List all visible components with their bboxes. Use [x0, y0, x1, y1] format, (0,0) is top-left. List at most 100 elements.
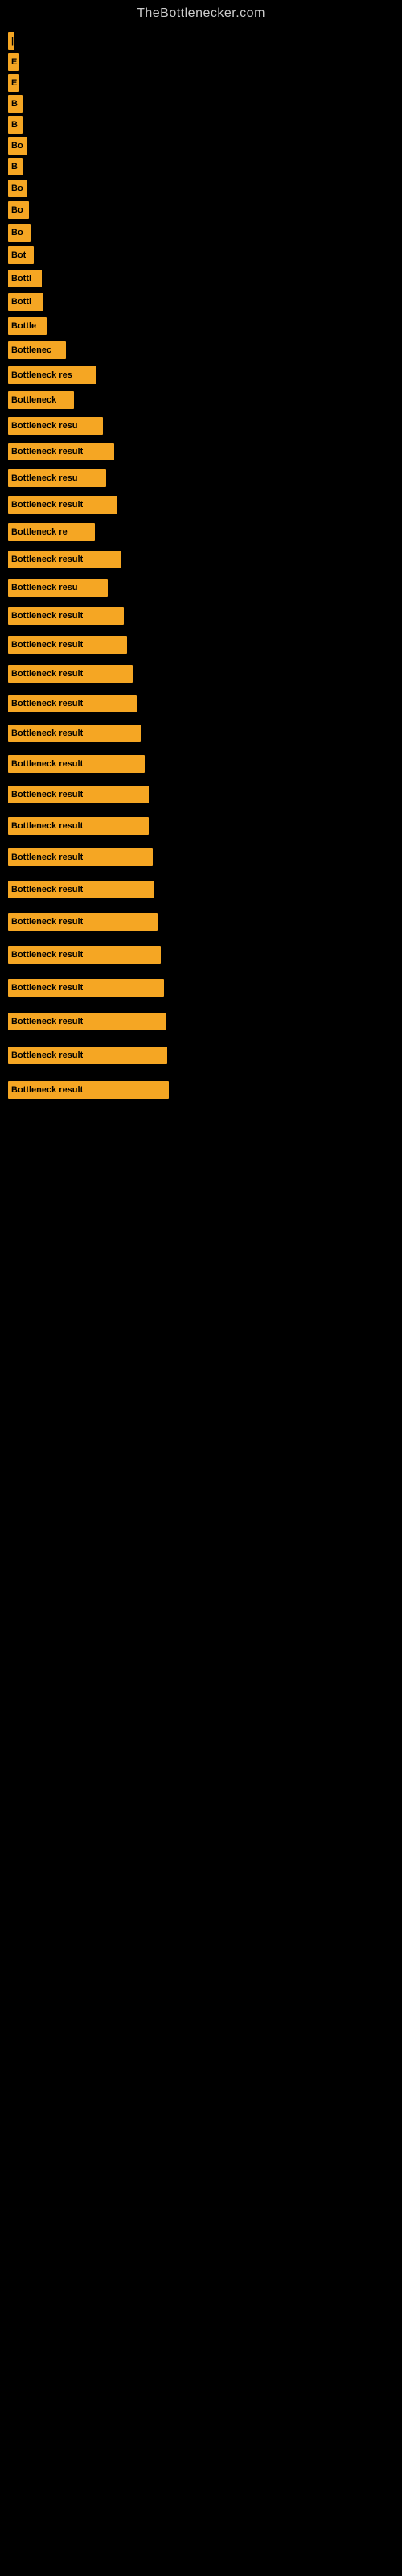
bar-row: Bottleneck result [8, 724, 402, 742]
bar-row: Bottleneck resu [8, 469, 402, 487]
bar-label: Bottleneck result [11, 500, 83, 510]
bar-row: Bottleneck result [8, 636, 402, 654]
bar-row: Bo [8, 224, 402, 242]
bar-label: Bottleneck result [11, 611, 83, 621]
bar-item: Bottleneck result [8, 817, 149, 835]
bar-label: | [11, 36, 14, 46]
bar-row: Bottleneck [8, 391, 402, 409]
bar-item: Bottleneck [8, 391, 74, 409]
bar-label: Bottleneck result [11, 759, 83, 769]
bar-label: Bottleneck result [11, 1051, 83, 1060]
bar-row: Bottleneck result [8, 695, 402, 712]
bar-row: Bottleneck result [8, 881, 402, 898]
bar-row: Bottleneck result [8, 1013, 402, 1030]
bar-label: Bo [11, 184, 23, 193]
bar-item: Bo [8, 201, 29, 219]
bar-item: Bottleneck result [8, 1046, 167, 1064]
bar-item: Bo [8, 137, 27, 155]
bar-item: Bo [8, 180, 27, 197]
bar-item: Bottleneck re [8, 523, 95, 541]
bar-row: Bottleneck result [8, 1081, 402, 1099]
bar-item: Bottleneck result [8, 755, 145, 773]
bar-label: Bottleneck re [11, 527, 68, 537]
bar-item: B [8, 158, 23, 175]
bar-item: Bottleneck result [8, 551, 121, 568]
bar-item: | [8, 32, 14, 50]
bar-label: B [11, 162, 18, 171]
bar-label: Bo [11, 141, 23, 151]
bar-item: Bottleneck result [8, 946, 161, 964]
bar-item: Bottleneck result [8, 695, 137, 712]
bar-row: Bottleneck result [8, 913, 402, 931]
bar-label: Bottleneck result [11, 790, 83, 799]
bar-label: Bottlenec [11, 345, 51, 355]
bar-item: Bottleneck res [8, 366, 96, 384]
bar-label: Bottleneck result [11, 1085, 83, 1095]
bar-label: B [11, 99, 18, 109]
bar-item: Bottl [8, 270, 42, 287]
bar-row: Bottleneck result [8, 786, 402, 803]
bar-label: Bottle [11, 321, 36, 331]
bar-item: Bottleneck result [8, 1081, 169, 1099]
bar-item: Bot [8, 246, 34, 264]
bar-label: Bottleneck [11, 395, 56, 405]
bar-label: Bottleneck result [11, 885, 83, 894]
bar-label: Bottleneck result [11, 983, 83, 993]
bar-item: Bottleneck result [8, 443, 114, 460]
bar-row: B [8, 116, 402, 134]
bar-row: B [8, 95, 402, 113]
bar-label: Bot [11, 250, 26, 260]
bar-item: Bottleneck result [8, 724, 141, 742]
bar-item: B [8, 116, 23, 134]
bar-item: Bottleneck result [8, 636, 127, 654]
bar-item: Bottleneck result [8, 496, 117, 514]
bar-item: Bottleneck result [8, 607, 124, 625]
bar-row: Bot [8, 246, 402, 264]
bar-row: Bo [8, 201, 402, 219]
bar-item: Bottl [8, 293, 43, 311]
bar-row: Bo [8, 180, 402, 197]
bar-item: Bottleneck result [8, 881, 154, 898]
bar-label: Bottleneck result [11, 669, 83, 679]
bar-item: Bottleneck resu [8, 417, 103, 435]
bar-label: Bottleneck result [11, 821, 83, 831]
bar-item: B [8, 95, 23, 113]
bar-item: Bottleneck result [8, 979, 164, 997]
bar-label: Bottleneck resu [11, 583, 78, 592]
bar-row: Bottleneck result [8, 607, 402, 625]
bar-row: | [8, 32, 402, 50]
bar-item: Bottleneck result [8, 848, 153, 866]
bar-label: Bottleneck resu [11, 421, 78, 431]
bar-row: Bottleneck res [8, 366, 402, 384]
bar-label: E [11, 78, 17, 88]
bar-label: Bottleneck result [11, 852, 83, 862]
bar-row: Bottl [8, 293, 402, 311]
bar-row: E [8, 74, 402, 92]
bar-label: Bottleneck result [11, 447, 83, 456]
bar-row: B [8, 158, 402, 175]
bar-item: Bottle [8, 317, 47, 335]
bar-label: Bo [11, 228, 23, 237]
bar-item: Bottlenec [8, 341, 66, 359]
bar-row: Bottleneck result [8, 496, 402, 514]
bar-row: Bottleneck result [8, 1046, 402, 1064]
bar-label: B [11, 120, 18, 130]
bar-row: Bottleneck result [8, 755, 402, 773]
bar-row: Bottleneck result [8, 665, 402, 683]
bar-row: Bottleneck result [8, 848, 402, 866]
bar-row: Bo [8, 137, 402, 155]
bar-label: Bottl [11, 297, 31, 307]
bar-item: Bottleneck result [8, 913, 158, 931]
bar-row: Bottleneck resu [8, 417, 402, 435]
bar-item: E [8, 53, 19, 71]
bar-row: Bottleneck result [8, 817, 402, 835]
bar-item: Bottleneck result [8, 665, 133, 683]
bar-label: Bottleneck result [11, 699, 83, 708]
bars-container: | E E B B Bo B Bo Bo Bo Bot Bottl Bottl Bottle Bottlen… [0, 24, 402, 1116]
bar-label: Bottleneck result [11, 729, 83, 738]
bar-item: Bottleneck resu [8, 469, 106, 487]
bar-row: E [8, 53, 402, 71]
bar-row: Bottleneck result [8, 946, 402, 964]
bar-label: E [11, 57, 17, 67]
bar-row: Bottl [8, 270, 402, 287]
